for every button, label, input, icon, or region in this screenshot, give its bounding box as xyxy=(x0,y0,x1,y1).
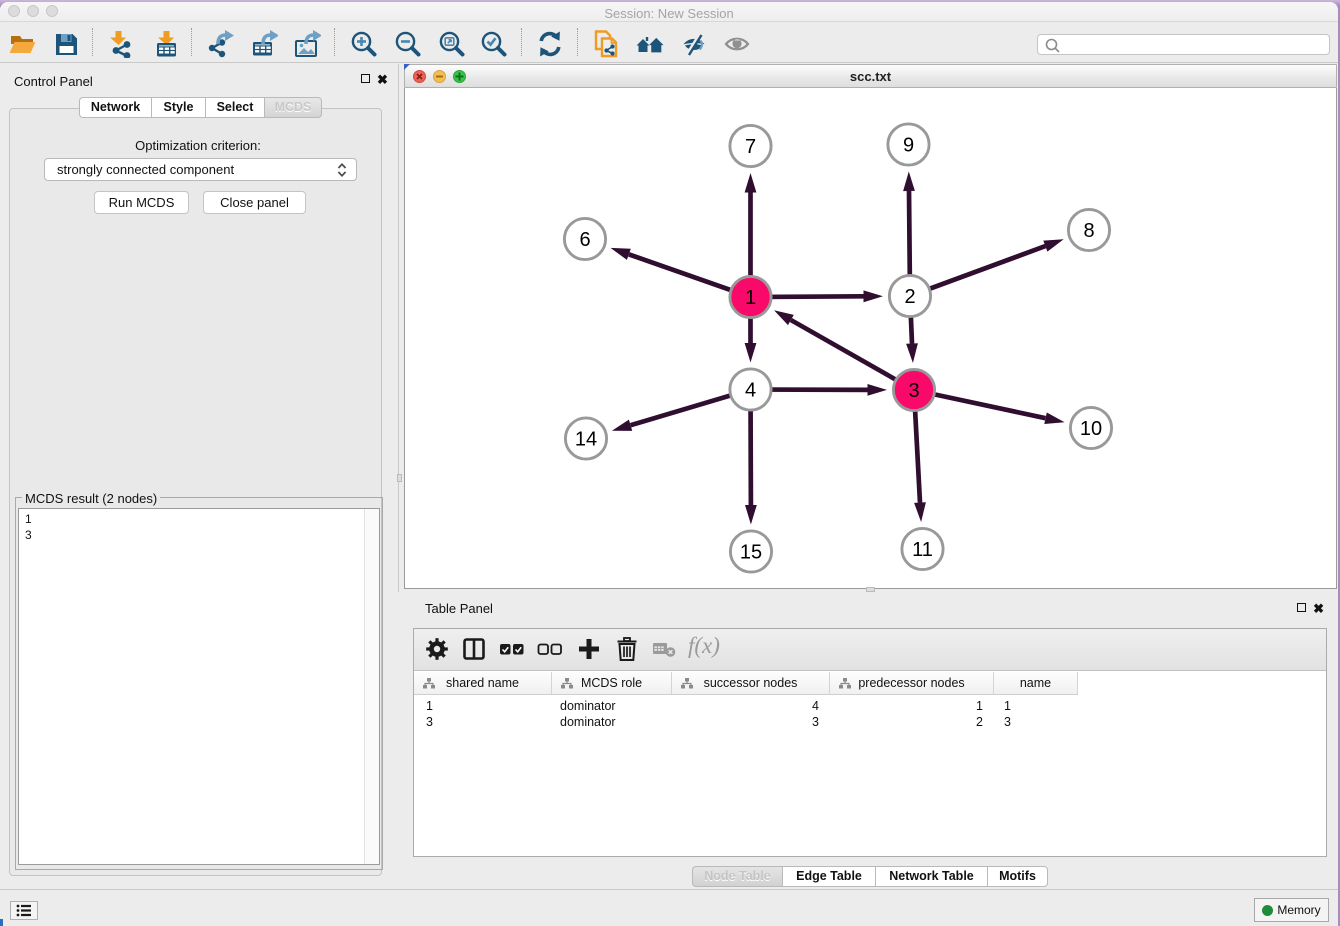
svg-text:9: 9 xyxy=(903,135,914,157)
svg-text:8: 8 xyxy=(1083,220,1094,242)
svg-text:11: 11 xyxy=(912,539,933,561)
svg-text:3: 3 xyxy=(908,380,919,402)
svg-text:14: 14 xyxy=(575,429,597,451)
svg-text:4: 4 xyxy=(745,380,756,402)
svg-text:10: 10 xyxy=(1080,418,1102,440)
svg-text:7: 7 xyxy=(745,136,756,158)
svg-text:6: 6 xyxy=(579,229,590,251)
svg-text:1: 1 xyxy=(745,287,756,309)
svg-text:2: 2 xyxy=(904,286,915,308)
svg-text:15: 15 xyxy=(740,542,762,564)
